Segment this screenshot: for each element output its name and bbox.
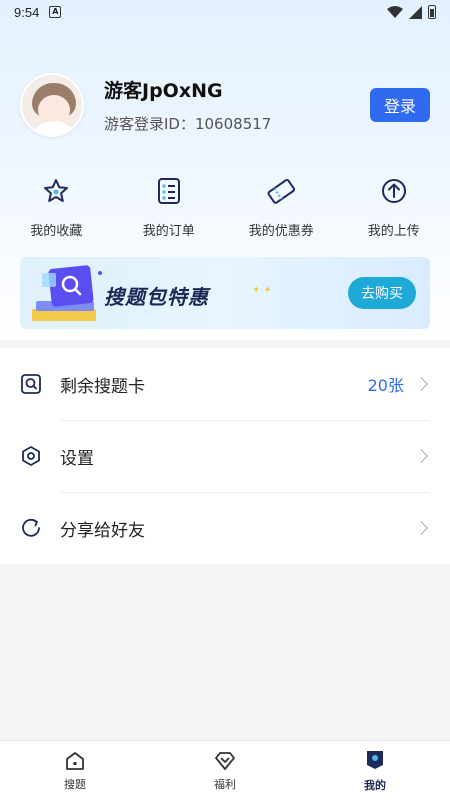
quick-action-favorites[interactable]: 我的收藏 [0,176,113,239]
tab-label: 搜题 [64,777,86,791]
chevron-right-icon [413,376,429,392]
profile-info: 游客JpOxNG 游客登录ID：10608517 [104,76,271,134]
chevron-right-icon [413,448,429,464]
menu-item-search-cards[interactable]: 剩余搜题卡 20张 [0,348,450,420]
chevron-right-icon [413,520,429,536]
quick-action-label: 我的优惠券 [248,224,314,239]
bottom-tab-bar: 搜题 福利 我的 [0,740,450,800]
gift-icon [215,751,235,770]
quick-action-label: 我的收藏 [30,224,83,239]
buy-button[interactable]: 去购买 [348,277,416,309]
banner-title: 搜题包特惠 [104,285,209,309]
menu-item-share[interactable]: 分享给好友 [0,492,450,564]
menu-item-label: 剩余搜题卡 [60,376,145,397]
star-icon [41,176,71,206]
status-bar: 9:54 A [0,0,450,24]
notification-icon: A [49,6,62,18]
tab-label: 我的 [364,778,386,792]
menu-item-settings[interactable]: 设置 [0,420,450,492]
share-icon [20,517,42,539]
search-card-icon [20,373,42,395]
tab-mine[interactable]: 我的 [300,741,450,800]
status-icons [387,5,436,19]
search-card-count: 20张 [367,376,404,395]
tab-benefits[interactable]: 福利 [150,741,300,800]
profile-icon [367,750,383,769]
quick-action-uploads[interactable]: 我的上传 [338,176,450,239]
tab-search[interactable]: 搜题 [0,741,150,800]
menu-list: 剩余搜题卡 20张 设置 分享给好友 [0,348,450,564]
settings-icon [20,445,42,467]
coupon-icon [266,176,296,206]
search-package-icon [32,265,102,321]
battery-icon [428,5,436,19]
quick-action-label: 我的上传 [367,224,420,239]
quick-action-label: 我的订单 [142,224,195,239]
status-time: 9:54 [14,4,40,20]
home-icon [66,751,84,770]
promo-banner[interactable]: 搜题包特惠 ✦ ✦ 去购买 [20,257,430,329]
guest-id: 游客登录ID：10608517 [104,115,272,133]
wifi-icon [387,6,403,18]
nickname: 游客JpOxNG [104,80,223,102]
login-button[interactable]: 登录 [370,88,430,122]
quick-action-orders[interactable]: 我的订单 [113,176,226,239]
quick-action-coupons[interactable]: 我的优惠券 [225,176,338,239]
tab-label: 福利 [214,777,236,791]
menu-item-label: 设置 [60,448,94,469]
avatar[interactable] [20,73,84,137]
menu-item-label: 分享给好友 [60,520,145,541]
profile-section: 游客JpOxNG 游客登录ID：10608517 登录 [20,70,430,140]
sparkle-decoration: ✦ ✦ [252,285,272,296]
order-list-icon [154,176,184,206]
quick-actions: 我的收藏 我的订单 我的优惠券 我的上传 [0,176,450,239]
upload-icon [379,176,409,206]
signal-icon [409,5,422,19]
